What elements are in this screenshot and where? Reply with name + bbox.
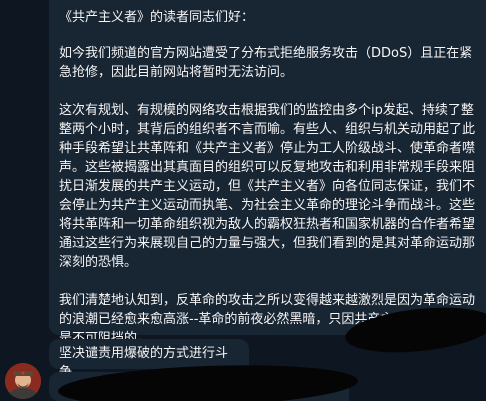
message-bubble-announcement[interactable]: 《共产主义者》的读者同志们好： 如今我们频道的官方网站遭受了分布式拒绝服务攻击（… (49, 0, 486, 346)
avatar-portrait-icon (5, 363, 41, 399)
message-paragraph-1: 如今我们频道的官方网站遭受了分布式拒绝服务攻击（DDoS）且正在紧急抢修，因此目… (59, 46, 473, 80)
message-greeting: 《共产主义者》的读者同志们好： (59, 10, 255, 25)
message-paragraph-2: 这次有规划、有规模的网络攻击根据我们的监控由多个ip发起、持续了整整两个小时，其… (59, 103, 476, 270)
chat-area: 《共产主义者》的读者同志们好： 如今我们频道的官方网站遭受了分布式拒绝服务攻击（… (0, 0, 486, 401)
profile-avatar-icon[interactable] (5, 363, 41, 399)
message-bubble-reply[interactable]: 坚决谴责用爆破的方式进行斗争 (49, 339, 249, 380)
